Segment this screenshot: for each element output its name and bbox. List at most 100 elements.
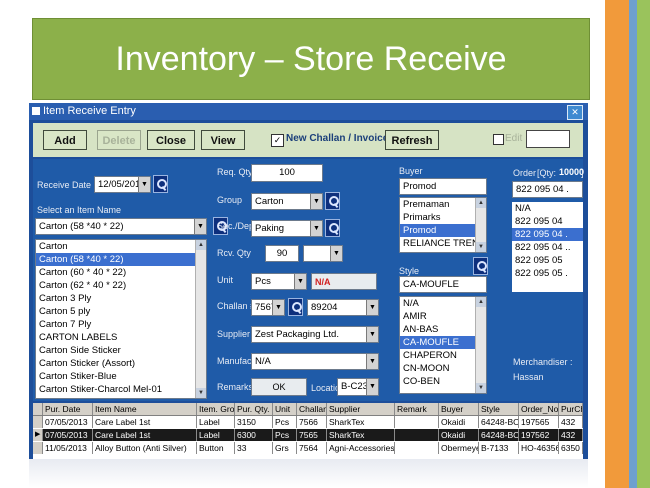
list-item[interactable]: 822 095 05 (512, 254, 583, 267)
list-item[interactable]: N/A (400, 297, 486, 310)
column-header[interactable]: Pur. Date (43, 403, 93, 415)
challan-field[interactable]: 7567 ▼ (251, 299, 285, 316)
list-item[interactable]: Carton 3 Ply (36, 292, 206, 305)
style-list-scrollbar[interactable]: ▲ ▼ (475, 297, 486, 393)
buyer-list[interactable]: Premaman Primarks Promod RELIANCE TRENDS… (399, 197, 487, 253)
new-challan-checkbox[interactable]: ✓ (271, 134, 284, 147)
column-header[interactable]: Style (479, 403, 519, 415)
rcv-qty-unit-field[interactable]: ▼ (303, 245, 343, 262)
list-item[interactable]: Carton Side Sticker (36, 344, 206, 357)
column-header[interactable]: Remark (395, 403, 439, 415)
list-item[interactable]: N/A (512, 202, 583, 215)
table-cell: Grs (273, 442, 297, 454)
column-header[interactable]: Item. Group (197, 403, 235, 415)
style-field[interactable]: CA-MOUFLE (399, 276, 487, 293)
table-cell (395, 442, 439, 454)
column-header[interactable]: Unit (273, 403, 297, 415)
close-icon[interactable]: ✕ (567, 105, 583, 120)
challan-no-field[interactable]: 89204 ▼ (307, 299, 379, 316)
search-group-icon[interactable] (325, 192, 340, 210)
column-header[interactable]: PurChallan (559, 403, 583, 415)
list-item[interactable]: Carton Stiker-Charcol Mel-01 (36, 383, 206, 396)
list-item[interactable]: Carton (60 * 40 * 22) (36, 266, 206, 279)
edit-field[interactable] (526, 130, 570, 148)
list-item[interactable]: 822 095 04 .. (512, 241, 583, 254)
list-item[interactable]: CA-MOUFLE (400, 336, 486, 349)
remarks-field[interactable]: OK (251, 378, 307, 396)
list-item[interactable]: CO-BEN (400, 375, 486, 388)
supplier-field[interactable]: Zest Packaging Ltd. ▼ (251, 326, 379, 343)
list-item[interactable]: 822 095 05 . (512, 267, 583, 280)
chevron-down-icon[interactable]: ▼ (310, 194, 322, 209)
table-row[interactable]: 07/05/2013 Care Label 1st Label 3150 Pcs… (33, 416, 583, 428)
list-item[interactable]: Carton 7 Ply (36, 318, 206, 331)
list-item[interactable]: RELIANCE TRENDS (400, 237, 486, 250)
order-list[interactable]: N/A 822 095 04 822 095 04 . 822 095 04 .… (512, 202, 583, 292)
list-item[interactable]: CN-MOON (400, 362, 486, 375)
view-button[interactable]: View (201, 130, 245, 150)
chevron-down-icon[interactable]: ▼ (272, 300, 284, 315)
chevron-down-icon[interactable]: ▼ (366, 379, 378, 395)
list-item[interactable]: 822 095 04 . (512, 228, 583, 241)
search-style-icon[interactable] (473, 257, 488, 275)
list-item[interactable]: Carton 5 ply (36, 305, 206, 318)
list-item[interactable]: Carton Stiker-Blue (36, 370, 206, 383)
search-date-icon[interactable] (153, 175, 168, 193)
list-item[interactable]: CARTON LABELS (36, 331, 206, 344)
entry-panel: Receive Date 12/05/2013 ▼ Select an Item… (33, 159, 584, 401)
chevron-down-icon[interactable]: ▼ (366, 300, 378, 315)
search-challan-icon[interactable] (288, 298, 303, 316)
column-header[interactable]: Order_No (519, 403, 559, 415)
list-item[interactable]: Promod (400, 224, 486, 237)
delete-button[interactable]: Delete (97, 130, 141, 150)
chevron-down-icon[interactable]: ▼ (194, 219, 206, 234)
chevron-down-icon[interactable]: ▼ (330, 246, 342, 261)
table-row-selected[interactable]: ▶ 07/05/2013 Care Label 1st Label 6300 P… (33, 429, 583, 441)
rcv-qty-field[interactable]: 90 (265, 245, 299, 262)
location-value: B-C23 (341, 381, 368, 392)
column-header[interactable]: Item Name (93, 403, 197, 415)
order-field[interactable]: 822 095 04 . (512, 181, 583, 198)
list-item[interactable]: Premaman (400, 198, 486, 211)
item-name-field[interactable]: Carton (58 *40 * 22) ▼ (35, 218, 207, 235)
chevron-down-icon[interactable]: ▼ (366, 354, 378, 369)
location-field[interactable]: B-C23 ▼ (337, 378, 379, 396)
add-button[interactable]: Add (43, 130, 87, 150)
manufac-field[interactable]: N/A ▼ (251, 353, 379, 370)
purchase-grid[interactable]: Pur. Date Item Name Item. Group Pur. Qty… (33, 403, 583, 459)
list-item[interactable]: AN-BAS (400, 323, 486, 336)
style-list[interactable]: N/A AMIR AN-BAS CA-MOUFLE CHAPERON CN-MO… (399, 296, 487, 394)
chevron-down-icon[interactable]: ▼ (294, 274, 306, 289)
table-row[interactable]: 11/05/2013 Alloy Button (Anti Silver) Bu… (33, 442, 583, 454)
group-field[interactable]: Carton ▼ (251, 193, 323, 210)
sec-dept-field[interactable]: Paking ▼ (251, 220, 323, 237)
buyer-field[interactable]: Promod (399, 178, 487, 195)
column-header[interactable]: Pur. Qty. (235, 403, 273, 415)
merchandiser-label: Merchandiser : (513, 357, 573, 367)
item-list[interactable]: Carton Carton (58 *40 * 22) Carton (60 *… (35, 239, 207, 399)
list-item[interactable]: CHAPERON (400, 349, 486, 362)
unit-field[interactable]: Pcs ▼ (251, 273, 307, 290)
list-item[interactable]: Carton (62 * 40 * 22) (36, 279, 206, 292)
close-button[interactable]: Close (147, 130, 195, 150)
chevron-down-icon[interactable]: ▼ (366, 327, 378, 342)
search-dept-icon[interactable] (325, 219, 340, 237)
table-cell: 07/05/2013 (43, 416, 93, 428)
refresh-button[interactable]: Refresh (385, 130, 439, 150)
list-item[interactable]: AMIR (400, 310, 486, 323)
list-item[interactable]: Carton (58 *40 * 22) (36, 253, 206, 266)
receive-date-field[interactable]: 12/05/2013 ▼ (94, 176, 151, 193)
list-item[interactable]: Carton Sticker (Assort) (36, 357, 206, 370)
req-qty-field[interactable]: 100 (251, 164, 323, 182)
column-header[interactable]: Challan # (297, 403, 327, 415)
column-header[interactable]: Buyer (439, 403, 479, 415)
chevron-down-icon[interactable]: ▼ (138, 177, 150, 192)
list-item[interactable]: Primarks (400, 211, 486, 224)
buyer-list-scrollbar[interactable]: ▲ ▼ (475, 198, 486, 252)
list-item[interactable]: 822 095 04 (512, 215, 583, 228)
edit-checkbox[interactable] (493, 134, 504, 145)
column-header[interactable]: Supplier (327, 403, 395, 415)
item-list-scrollbar[interactable]: ▲ ▼ (195, 240, 206, 398)
list-item[interactable]: Carton (36, 240, 206, 253)
chevron-down-icon[interactable]: ▼ (310, 221, 322, 236)
